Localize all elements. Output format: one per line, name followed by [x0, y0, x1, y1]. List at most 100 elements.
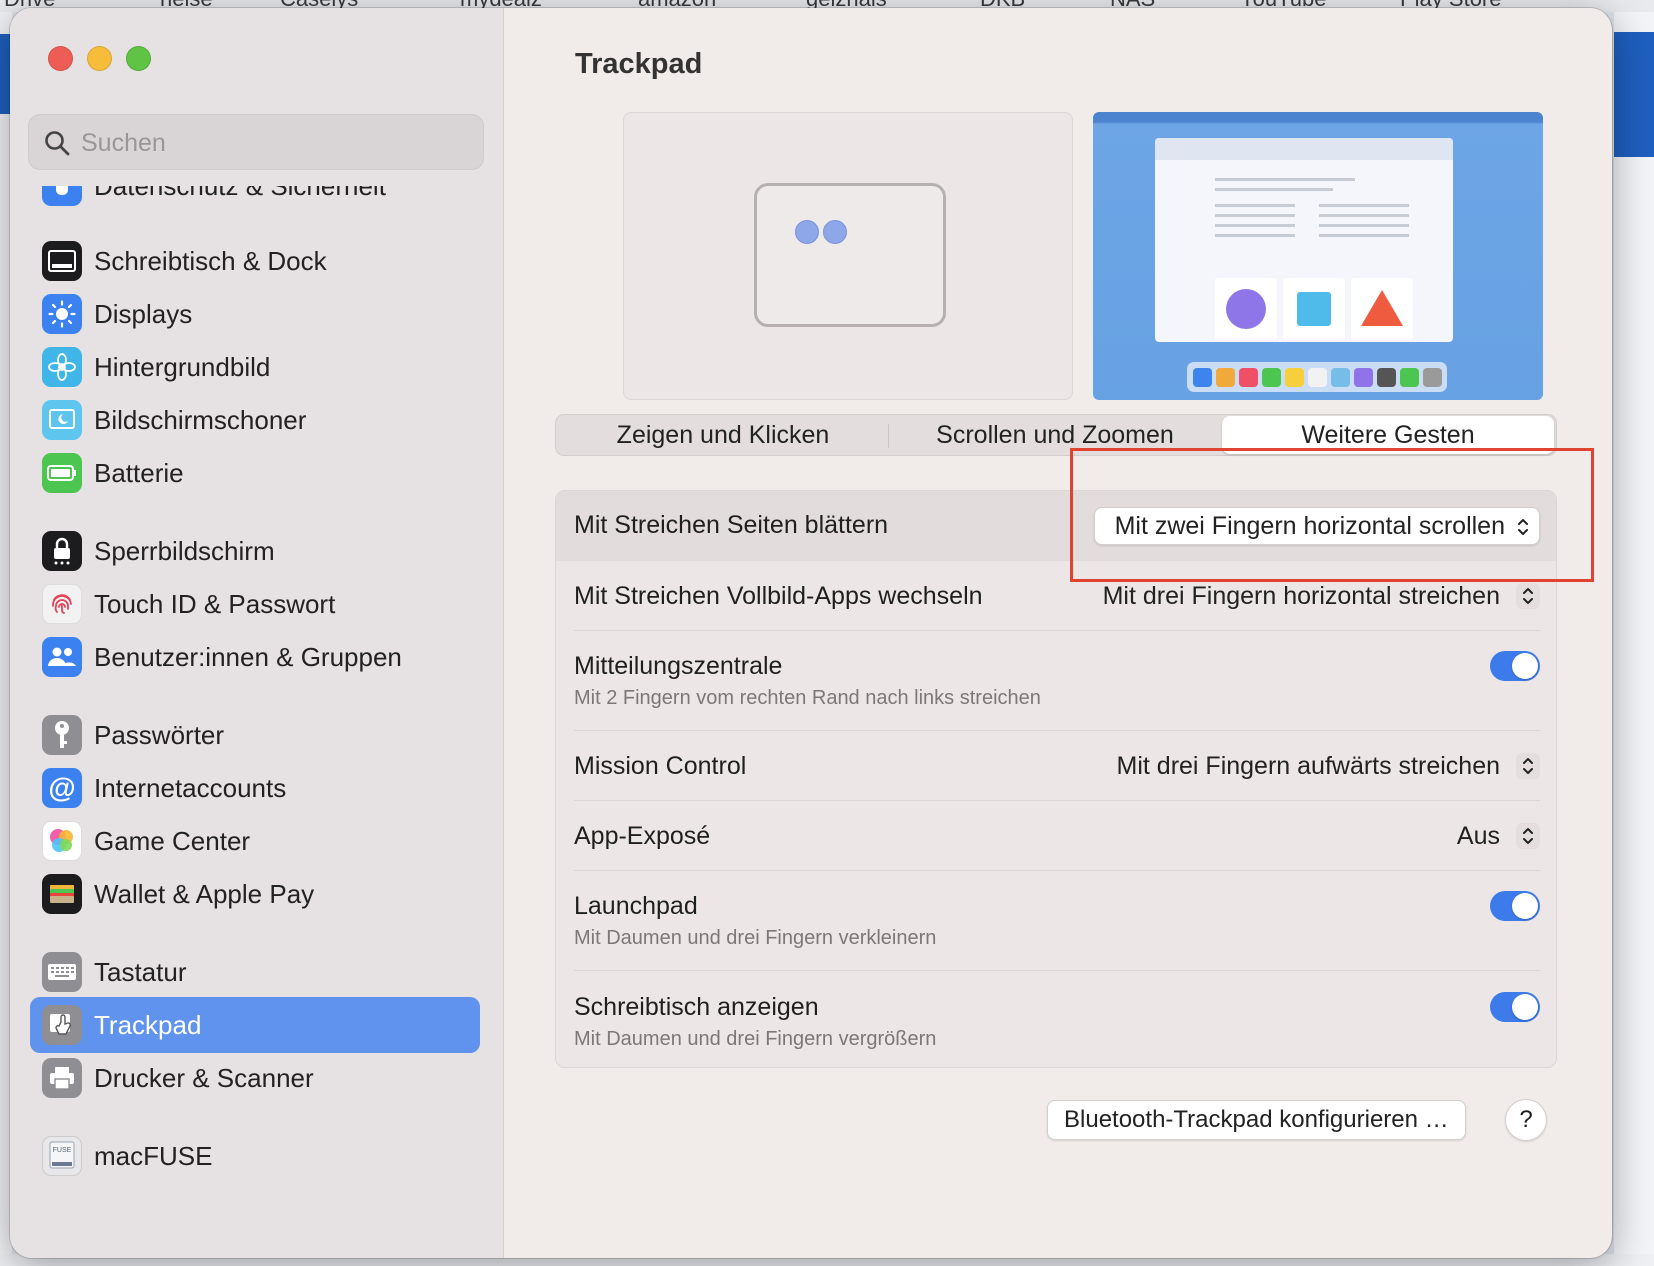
sidebar-item-displays[interactable]: Displays [30, 286, 480, 342]
sidebar-item-printers[interactable]: Drucker & Scanner [30, 1050, 480, 1106]
row-notification-center: Mitteilungszentrale Mit 2 Fingern vom re… [556, 631, 1556, 731]
sidebar-item-passwords[interactable]: Passwörter [30, 707, 480, 763]
gesture-settings-list: Mit Streichen Seiten blättern Mit zwei F… [555, 490, 1557, 1068]
show-desktop-toggle[interactable] [1490, 992, 1540, 1022]
row-app-expose: App-Exposé Aus [556, 801, 1556, 871]
battery-icon [42, 453, 82, 493]
sidebar-item-wallet[interactable]: Wallet & Apple Pay [30, 866, 480, 922]
sidebar-item-macfuse[interactable]: FUSE macFUSE [30, 1128, 480, 1184]
sun-icon [42, 294, 82, 334]
at-icon: @ [42, 768, 82, 808]
help-button[interactable]: ? [1505, 1099, 1547, 1141]
row-swipe-pages: Mit Streichen Seiten blättern Mit zwei F… [556, 491, 1556, 561]
sidebar-item-label: Displays [94, 298, 193, 329]
tab-scrollen-und-zoomen[interactable]: Scrollen und Zoomen [890, 416, 1220, 454]
sidebar-item-label: Benutzer:innen & Gruppen [94, 641, 402, 672]
users-icon [42, 637, 82, 677]
sidebar-item-label: Drucker & Scanner [94, 1062, 314, 1093]
sidebar-item-label: Passwörter [94, 719, 225, 750]
trackpad-icon [42, 1005, 82, 1045]
page-title: Trackpad [575, 48, 703, 80]
row-label: Mit Streichen Seiten blättern [574, 511, 889, 539]
sidebar-item-screensaver[interactable]: Bildschirmschoner [30, 392, 480, 448]
search-field[interactable] [28, 114, 484, 170]
search-input[interactable] [81, 123, 471, 163]
system-settings-window: Datenschutz & Sicherheit Schreibtisch & … [10, 8, 1612, 1258]
key-icon [42, 715, 82, 755]
popup-value: Mit drei Fingern aufwärts streichen [1116, 751, 1500, 780]
swipe-fullscreen-apps-popup[interactable]: Mit drei Fingern horizontal streichen [1103, 577, 1540, 615]
sidebar-item-privacy[interactable]: Datenschutz & Sicherheit [30, 186, 480, 214]
sidebar-item-label: Sperrbildschirm [94, 535, 275, 566]
mission-control-popup[interactable]: Mit drei Fingern aufwärts streichen [1117, 747, 1540, 785]
popup-value: Aus [1456, 821, 1500, 850]
sidebar-item-label: macFUSE [94, 1140, 213, 1171]
svg-text:FUSE: FUSE [53, 1147, 72, 1154]
sidebar-item-battery[interactable]: Batterie [30, 445, 480, 501]
row-label: Mit Streichen Vollbild-Apps wechseln [574, 582, 983, 610]
fingerprint-icon [42, 584, 82, 624]
sidebar-item-touch-id[interactable]: Touch ID & Passwort [30, 576, 480, 632]
popup-value: Mit zwei Fingern horizontal scrollen [1114, 511, 1505, 540]
sidebar-list: Datenschutz & Sicherheit Schreibtisch & … [10, 186, 504, 1258]
sidebar-item-desktop-dock[interactable]: Schreibtisch & Dock [30, 233, 480, 289]
screensaver-icon [42, 400, 82, 440]
launchpad-toggle[interactable] [1490, 891, 1540, 921]
row-launchpad: Launchpad Mit Daumen und drei Fingern ve… [556, 871, 1556, 971]
row-swipe-fullscreen-apps: Mit Streichen Vollbild-Apps wechseln Mit… [556, 561, 1556, 631]
keyboard-icon [42, 952, 82, 992]
popup-value: Mit drei Fingern horizontal streichen [1102, 581, 1500, 610]
gesture-tabs: Zeigen und Klicken Scrollen und Zoomen W… [555, 414, 1557, 456]
notification-center-toggle[interactable] [1490, 651, 1540, 681]
lock-icon [42, 531, 82, 571]
row-mission-control: Mission Control Mit drei Fingern aufwärt… [556, 731, 1556, 801]
app-expose-popup[interactable]: Aus [1457, 817, 1540, 855]
preview-dock [1187, 362, 1447, 392]
gesture-preview-trackpad [623, 112, 1073, 400]
finger-dot [795, 220, 819, 244]
chevron-updown-icon [1511, 514, 1535, 540]
row-label: App-Exposé [574, 822, 711, 850]
game-center-icon [42, 821, 82, 861]
finger-dot [823, 220, 847, 244]
chevron-updown-icon [1516, 753, 1540, 779]
hand-icon [42, 186, 82, 206]
square-shape [1283, 278, 1345, 340]
flower-icon [42, 347, 82, 387]
search-icon [45, 131, 70, 156]
chevron-updown-icon [1516, 823, 1540, 849]
sidebar-item-game-center[interactable]: Game Center [30, 813, 480, 869]
sidebar-item-label: Touch ID & Passwort [94, 588, 336, 619]
row-show-desktop: Schreibtisch anzeigen Mit Daumen und dre… [556, 971, 1556, 1067]
sidebar-item-users-groups[interactable]: Benutzer:innen & Gruppen [30, 629, 480, 685]
minimize-button[interactable] [87, 46, 112, 71]
sidebar-item-wallpaper[interactable]: Hintergrundbild [30, 339, 480, 395]
preview-window-illustration [1155, 138, 1453, 342]
sidebar-item-label: Datenschutz & Sicherheit [94, 186, 386, 202]
sidebar-item-lock-screen[interactable]: Sperrbildschirm [30, 523, 480, 579]
circle-shape [1215, 278, 1277, 340]
close-button[interactable] [48, 46, 73, 71]
zoom-button[interactable] [126, 46, 151, 71]
configure-bluetooth-trackpad-button[interactable]: Bluetooth-Trackpad konfigurieren … [1047, 1100, 1466, 1140]
tab-zeigen-und-klicken[interactable]: Zeigen und Klicken [558, 416, 888, 454]
trackpad-illustration [754, 183, 946, 327]
sidebar-item-label: Wallet & Apple Pay [94, 878, 315, 909]
row-sublabel: Mit 2 Fingern vom rechten Rand nach link… [574, 687, 1041, 709]
sidebar-item-label: Batterie [94, 457, 184, 488]
dock-icon [42, 241, 82, 281]
swipe-pages-popup[interactable]: Mit zwei Fingern horizontal scrollen [1093, 507, 1540, 545]
wallet-icon [42, 874, 82, 914]
sidebar-item-trackpad[interactable]: Trackpad [30, 997, 480, 1053]
printer-icon [42, 1058, 82, 1098]
sidebar-item-keyboard[interactable]: Tastatur [30, 944, 480, 1000]
tab-weitere-gesten[interactable]: Weitere Gesten [1222, 416, 1554, 454]
macfuse-icon: FUSE [42, 1136, 82, 1176]
sidebar-item-label: Internetaccounts [94, 772, 287, 803]
row-label: Mitteilungszentrale [574, 652, 783, 680]
content-pane: Trackpad Zeigen und Klicken Scrollen und… [505, 8, 1612, 1258]
row-sublabel: Mit Daumen und drei Fingern verkleinern [574, 927, 937, 949]
sidebar-item-label: Game Center [94, 825, 251, 856]
background-page-right [1614, 12, 1654, 1266]
sidebar-item-internet-accounts[interactable]: @ Internetaccounts [30, 760, 480, 816]
